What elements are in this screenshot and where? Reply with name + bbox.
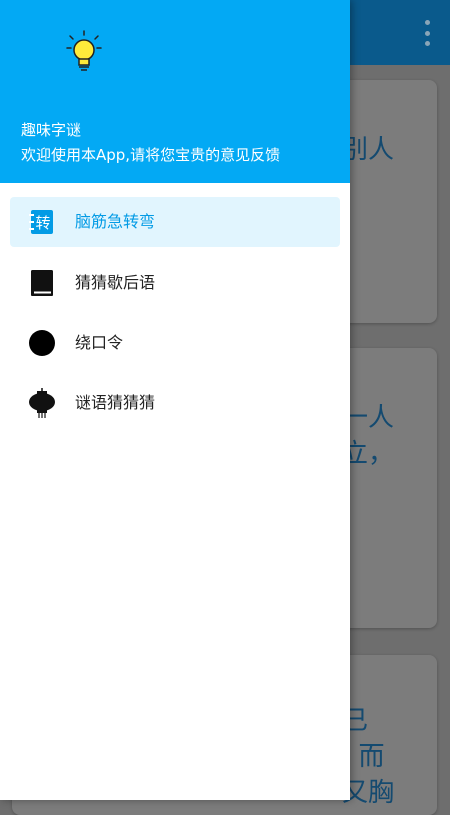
book-icon (28, 269, 56, 297)
drawer-header: 趣味字谜 欢迎使用本App,请将您宝贵的意见反馈 (0, 0, 350, 183)
menu-item-label: 谜语猜猜猜 (75, 393, 156, 412)
app-subtitle: 欢迎使用本App,请将您宝贵的意见反馈 (21, 146, 281, 164)
menu-item-riddle[interactable]: 谜语猜猜猜 (10, 378, 340, 428)
lightbulb-icon (66, 30, 102, 71)
menu-item-brain-teaser[interactable]: 转 脑筋急转弯 (10, 197, 340, 247)
lantern-icon (28, 388, 56, 418)
menu-item-label: 脑筋急转弯 (75, 212, 156, 231)
svg-text:转: 转 (35, 214, 50, 232)
menu-item-label: 绕口令 (75, 333, 124, 352)
navigation-drawer: 趣味字谜 欢迎使用本App,请将您宝贵的意见反馈 转 脑筋急转弯 猜猜歇后语 绕… (0, 0, 350, 800)
menu-item-xiehouyu[interactable]: 猜猜歇后语 (10, 258, 340, 308)
circle-icon (28, 329, 56, 357)
overflow-menu-icon[interactable] (424, 20, 430, 46)
zhuan-icon: 转 (28, 208, 56, 236)
menu-item-label: 猜猜歇后语 (75, 273, 156, 292)
menu-item-tongue-twister[interactable]: 绕口令 (10, 318, 340, 368)
app-name: 趣味字谜 (21, 121, 82, 139)
